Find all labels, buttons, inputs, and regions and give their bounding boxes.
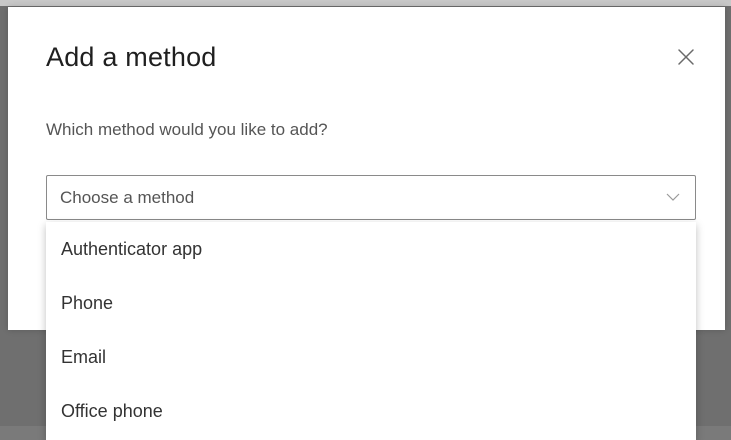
- method-options-list: Authenticator app Phone Email Office pho…: [46, 222, 696, 440]
- option-office-phone[interactable]: Office phone: [46, 384, 696, 438]
- dialog-title: Add a method: [46, 42, 217, 72]
- method-prompt: Which method would you like to add?: [46, 120, 328, 139]
- chevron-down-icon: [666, 193, 680, 201]
- page: Add a method Which method would you like…: [0, 0, 731, 440]
- close-button[interactable]: [672, 43, 700, 71]
- method-select-value: Choose a method: [60, 188, 195, 207]
- close-icon: [678, 49, 694, 65]
- option-authenticator-app[interactable]: Authenticator app: [46, 222, 696, 276]
- method-select[interactable]: Choose a method: [46, 175, 696, 220]
- background-top-strip: [0, 0, 731, 6]
- option-phone[interactable]: Phone: [46, 276, 696, 330]
- option-email[interactable]: Email: [46, 330, 696, 384]
